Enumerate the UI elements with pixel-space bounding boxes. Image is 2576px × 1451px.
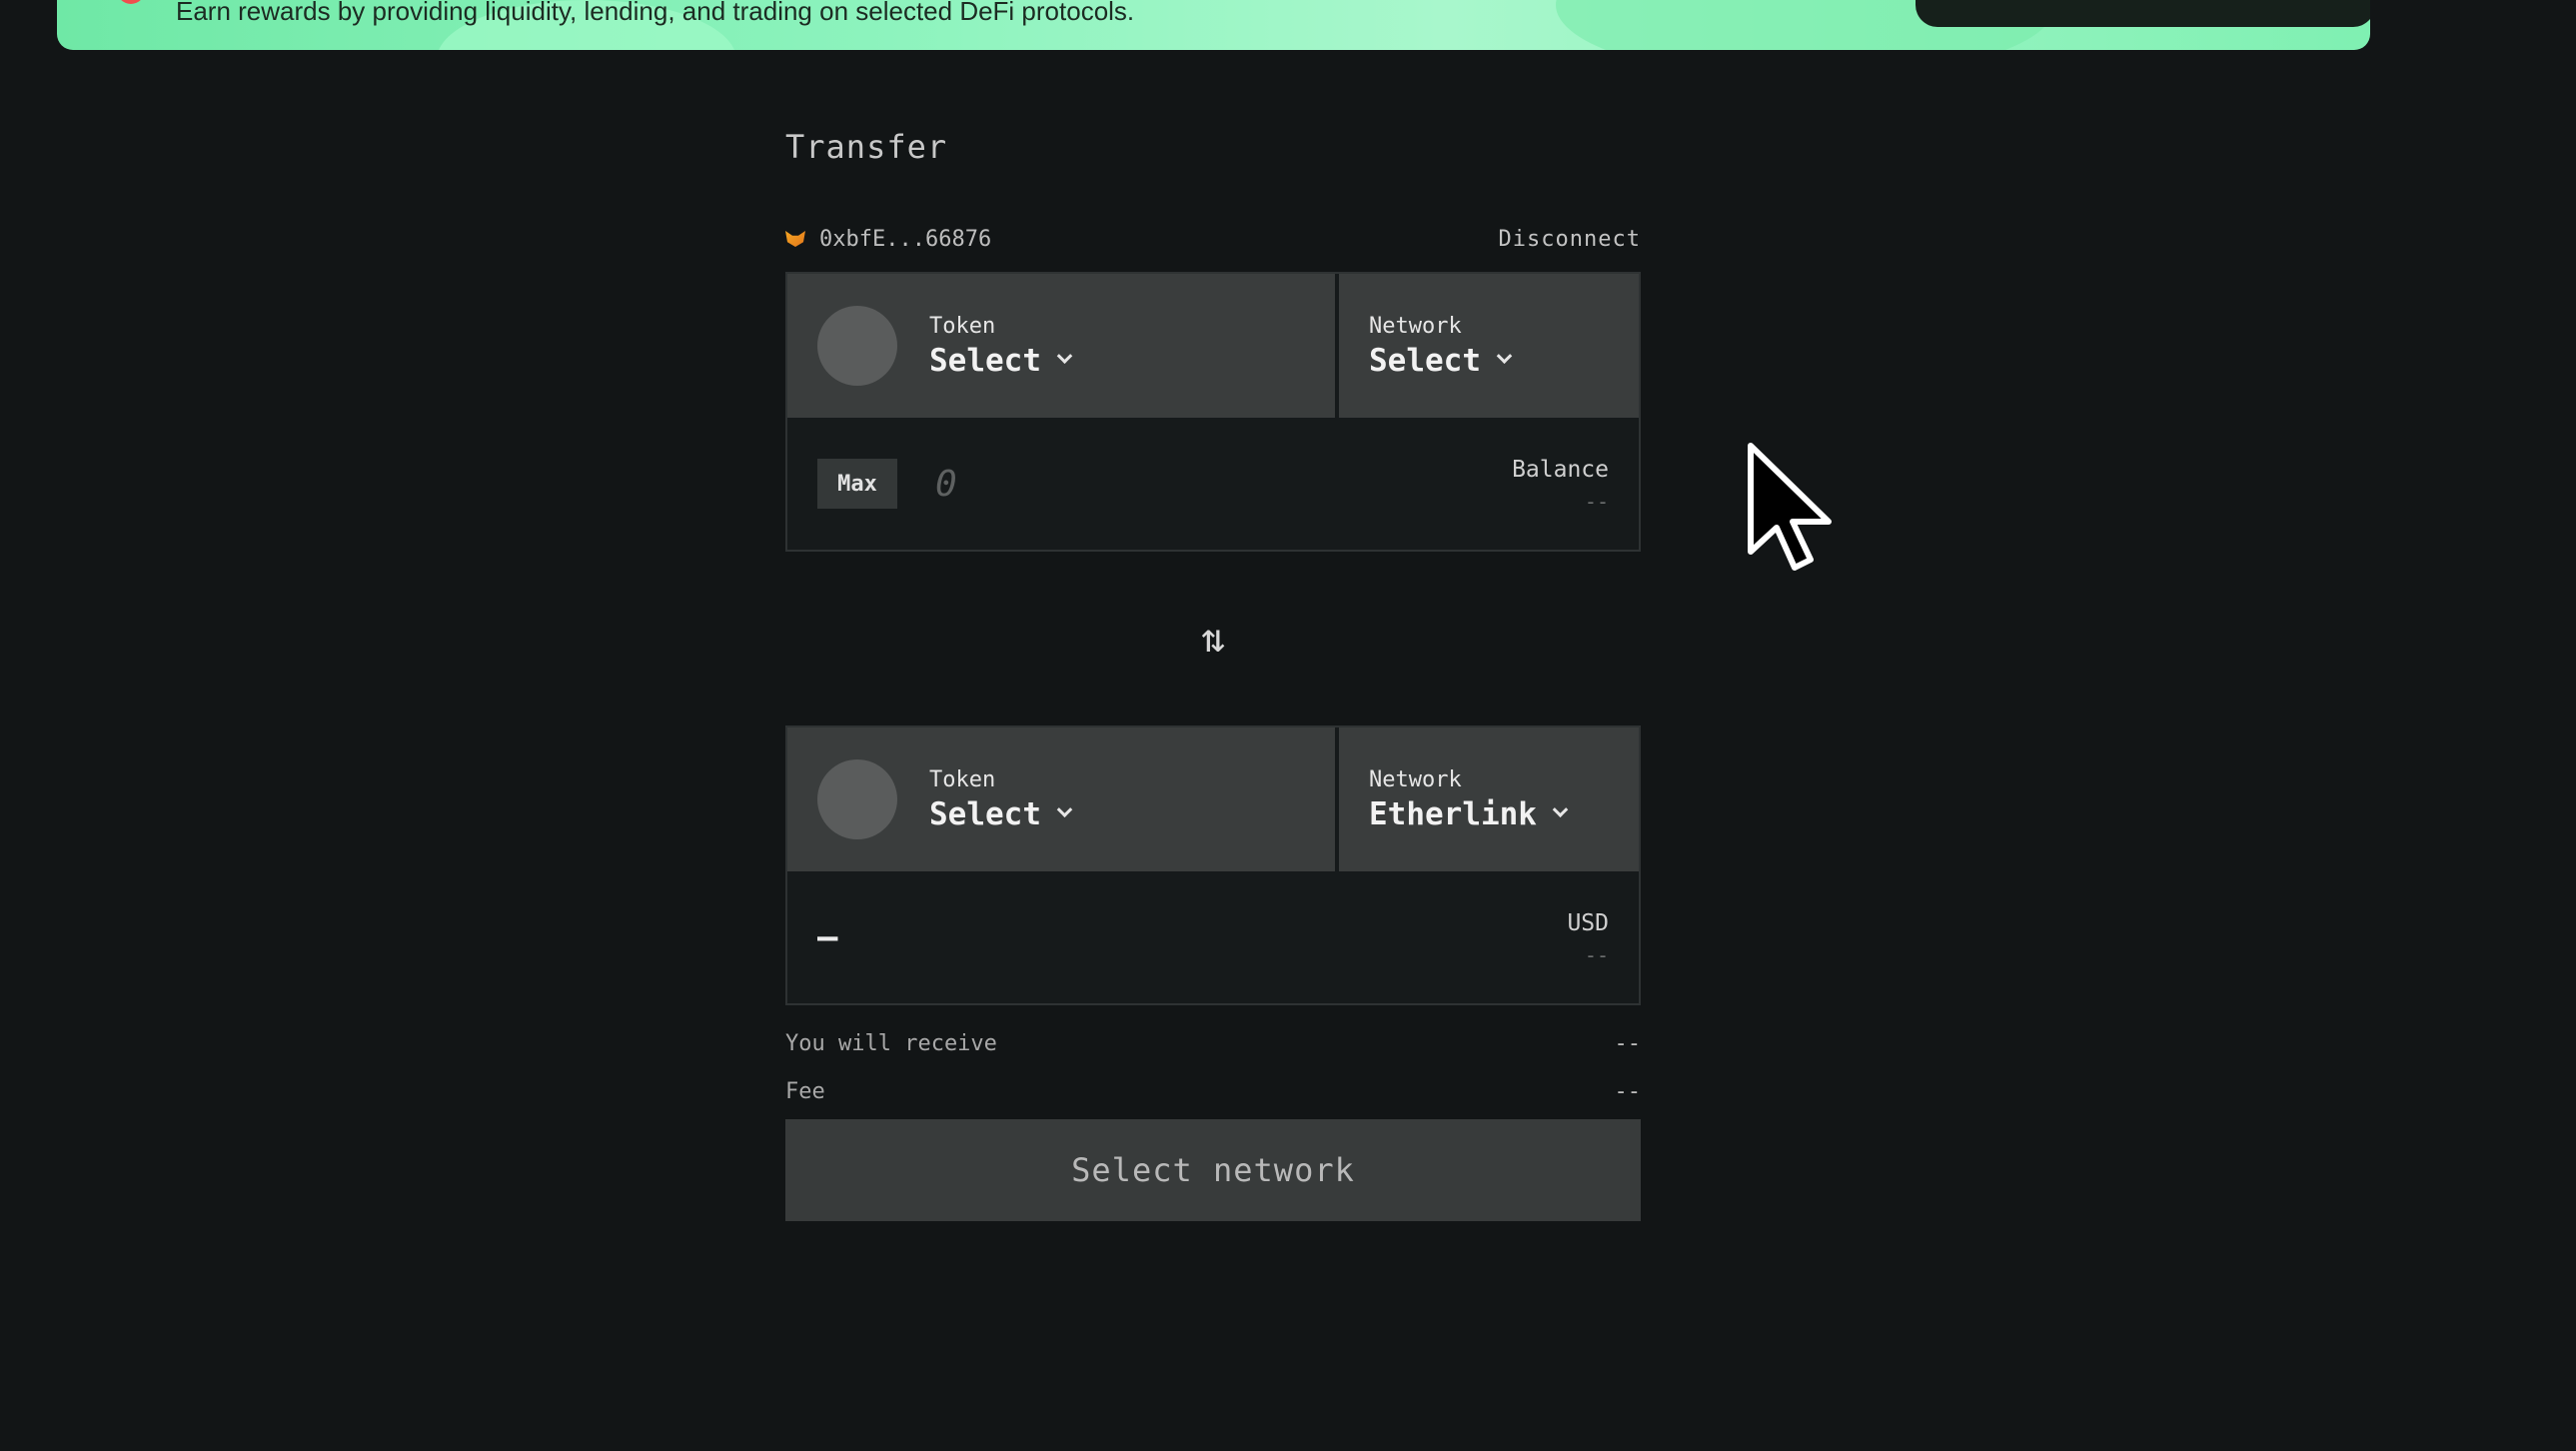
token-placeholder-icon <box>817 306 897 386</box>
from-token-selector[interactable]: Token Select <box>787 274 1335 418</box>
to-network-selector[interactable]: Network Etherlink <box>1339 727 1639 871</box>
select-network-button[interactable]: Select network <box>785 1119 1641 1221</box>
from-network-selector[interactable]: Network Select <box>1339 274 1639 418</box>
transfer-panel: Transfer 0xbfE...66876 Disconnect Token … <box>785 128 1641 1221</box>
to-network-label: Network <box>1369 766 1462 792</box>
usd-label: USD <box>1567 910 1609 936</box>
wallet-address: 0xbfE...66876 <box>819 226 992 252</box>
to-amount-row: – USD -- <box>787 871 1639 1003</box>
to-selectors: Token Select Network Etherlink <box>787 727 1639 871</box>
fee-value: -- <box>1614 1078 1642 1104</box>
chevron-down-icon <box>1552 801 1569 818</box>
swap-arrows-icon[interactable]: ⇅ <box>1201 619 1225 659</box>
to-token-value: Select <box>929 795 1041 832</box>
to-network-select[interactable]: Etherlink <box>1369 795 1569 832</box>
from-selectors: Token Select Network Select <box>787 274 1639 418</box>
usd-value: -- <box>1584 943 1609 967</box>
receive-value: -- <box>1614 1030 1642 1056</box>
fee-label: Fee <box>785 1078 825 1104</box>
disconnect-button[interactable]: Disconnect <box>1499 227 1641 252</box>
banner-logo-icon <box>117 0 145 4</box>
receive-row: You will receive -- <box>785 1019 1641 1067</box>
to-token-selector[interactable]: Token Select <box>787 727 1335 871</box>
from-token-select[interactable]: Select <box>929 342 1073 379</box>
swap-row: ⇅ <box>785 552 1641 726</box>
fee-row: Fee -- <box>785 1067 1641 1115</box>
from-network-select[interactable]: Select <box>1369 342 1513 379</box>
balance-value: -- <box>1584 490 1609 514</box>
usd-display: USD -- <box>1567 907 1609 971</box>
promo-banner: Earn rewards by providing liquidity, len… <box>57 0 2370 50</box>
max-button[interactable]: Max <box>817 459 897 509</box>
metamask-fox-icon <box>785 231 805 247</box>
to-card: Token Select Network Etherlink – USD -- <box>785 726 1641 1005</box>
from-network-value: Select <box>1369 342 1481 379</box>
balance-display: Balance -- <box>1512 454 1609 518</box>
wallet-info: 0xbfE...66876 <box>785 227 991 252</box>
to-token-select[interactable]: Select <box>929 795 1073 832</box>
receive-amount: – <box>817 917 838 957</box>
token-placeholder-icon <box>817 759 897 839</box>
page-title: Transfer <box>785 128 948 166</box>
from-network-label: Network <box>1369 313 1462 339</box>
from-amount-row: Max Balance -- <box>787 418 1639 550</box>
to-network-value: Etherlink <box>1369 795 1537 832</box>
to-token-label: Token <box>929 766 996 792</box>
from-card: Token Select Network Select Max 0 Balanc… <box>785 272 1641 552</box>
chevron-down-icon <box>1056 801 1073 818</box>
chevron-down-icon <box>1056 348 1073 365</box>
banner-text: Earn rewards by providing liquidity, len… <box>176 0 1135 26</box>
chevron-down-icon <box>1496 348 1513 365</box>
banner-cta-button[interactable] <box>1916 0 2370 27</box>
from-token-label: Token <box>929 313 996 339</box>
from-token-value: Select <box>929 342 1041 379</box>
amount-input[interactable] <box>933 462 1233 506</box>
wallet-row: 0xbfE...66876 Disconnect <box>785 226 1641 252</box>
receive-label: You will receive <box>785 1030 997 1056</box>
balance-label: Balance <box>1512 457 1609 483</box>
mouse-cursor-icon <box>1748 443 1832 571</box>
